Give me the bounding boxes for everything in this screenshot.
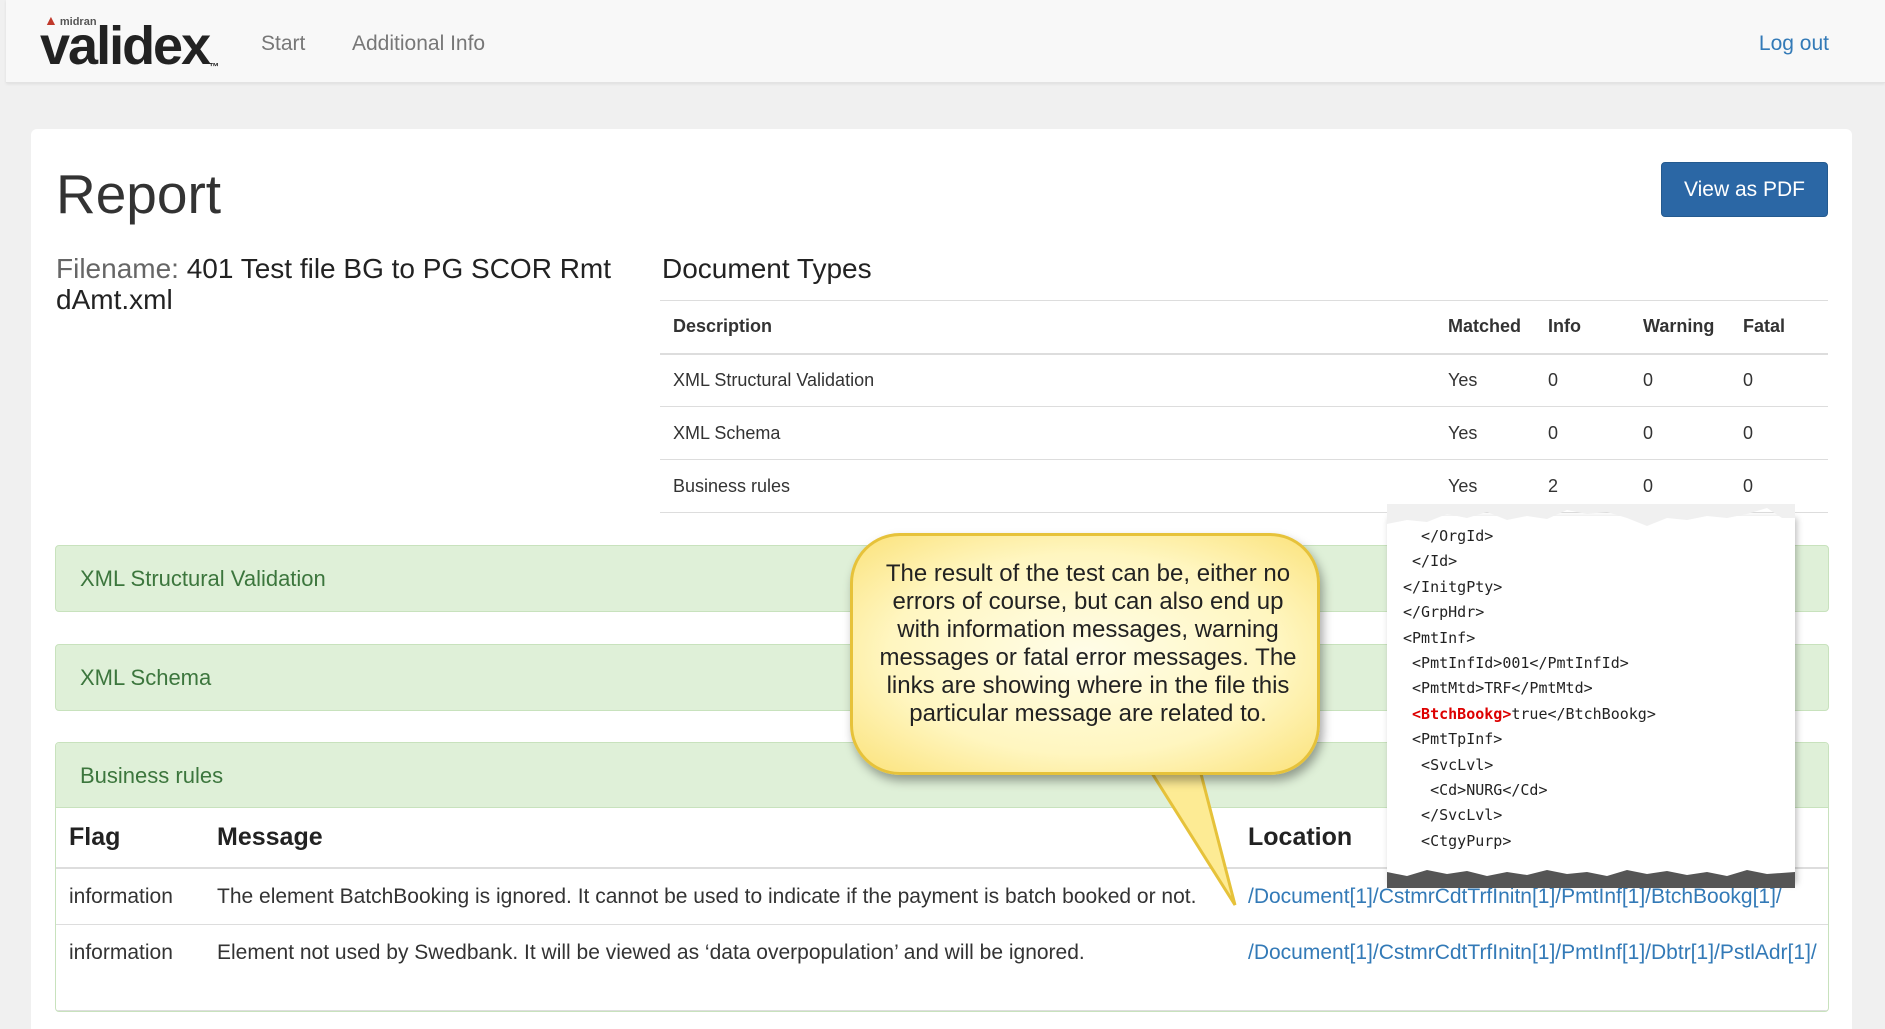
cell-message: The element BatchBooking is ignored. It … [204,868,1235,925]
col-fatal: Fatal [1730,300,1828,355]
cell-description: XML Structural Validation [660,353,1435,407]
page-title: Report [56,163,222,225]
xml-line: <PmtTpInf> [1403,730,1503,749]
col-message: Message [204,808,1235,869]
xml-line: </SvcLvl> [1403,806,1503,825]
cell-flag: information [56,868,204,925]
section-title: XML Schema [80,665,212,690]
cell-location: /Document[1]/CstmrCdtTrfInitn[1]/PmtInf[… [1235,924,1828,1011]
cell-description: XML Schema [660,406,1435,460]
document-types-table: Description Matched Info Warning Fatal X… [660,300,1828,513]
cell-description: Business rules [660,459,1435,513]
xml-line: </InitgPty> [1403,577,1503,596]
brand-wordmark: validex™ [40,16,219,76]
xml-snippet: </OrgId> </Id> </InitgPty> </GrpHdr> <PmtIn… [1387,516,1795,882]
filename: Filename: 401 Test file BG to PG SCOR Rm… [56,253,636,315]
xml-line: </GrpHdr> [1403,603,1485,622]
xml-line: <Cd>NURG</Cd> [1403,781,1548,800]
col-description: Description [660,300,1435,355]
cell-info: 0 [1535,406,1630,460]
xml-line: <BtchBookg>true</BtchBookg> [1412,704,1656,723]
xml-line: <SvcLvl> [1403,755,1494,774]
cell-matched: Yes [1435,406,1535,460]
callout-text: The result of the test can be, either no… [879,560,1297,727]
cell-matched: Yes [1435,353,1535,407]
cell-warning: 0 [1630,353,1730,407]
section-title: Business rules [80,763,224,788]
nav-start-link[interactable]: Start [261,32,305,56]
xml-line: <PmtInfId>001</PmtInfId> [1403,654,1629,673]
validex-logo[interactable]: ▲ midran validex™ [36,8,226,76]
xml-highlight: <BtchBookg> [1412,704,1512,723]
cell-flag: information [56,924,204,1011]
table-row: XML Schema Yes 0 0 0 [660,406,1828,460]
view-as-pdf-button[interactable]: View as PDF [1661,162,1828,217]
cell-info: 0 [1535,353,1630,407]
cell-fatal: 0 [1730,353,1828,407]
torn-edge-bottom [1387,870,1795,888]
table-row: information Element not used by Swedbank… [56,924,1828,1011]
xml-line: <PmtMtd>TRF</PmtMtd> [1403,679,1593,698]
col-warning: Warning [1630,300,1730,355]
logout-link[interactable]: Log out [1759,32,1829,56]
section-title: XML Structural Validation [80,566,326,591]
col-info: Info [1535,300,1630,355]
col-matched: Matched [1435,300,1535,355]
col-flag: Flag [56,808,204,869]
document-types-title: Document Types [662,253,872,284]
callout-bubble: The result of the test can be, either no… [850,533,1320,775]
location-link[interactable]: /Document[1]/CstmrCdtTrfInitn[1]/PmtInf[… [1248,937,1817,968]
filename-label: Filename: [56,253,179,284]
xml-line: <CtgyPurp> [1403,831,1512,850]
xml-line: </OrgId> [1403,527,1494,545]
cell-fatal: 0 [1730,406,1828,460]
xml-code: </OrgId> </Id> </InitgPty> </GrpHdr> <PmtIn… [1403,524,1656,854]
xml-line: </Id> [1403,552,1458,571]
cell-warning: 0 [1630,406,1730,460]
torn-edge-top [1387,504,1795,526]
nav-additional-info-link[interactable]: Additional Info [352,32,485,56]
xml-line: <PmtInf> [1403,628,1476,647]
cell-message: Element not used by Swedbank. It will be… [204,924,1235,1011]
callout-pointer [1148,770,1237,906]
navbar: ▲ midran validex™ Start Additional Info L… [6,0,1885,83]
table-row: XML Structural Validation Yes 0 0 0 [660,353,1828,407]
